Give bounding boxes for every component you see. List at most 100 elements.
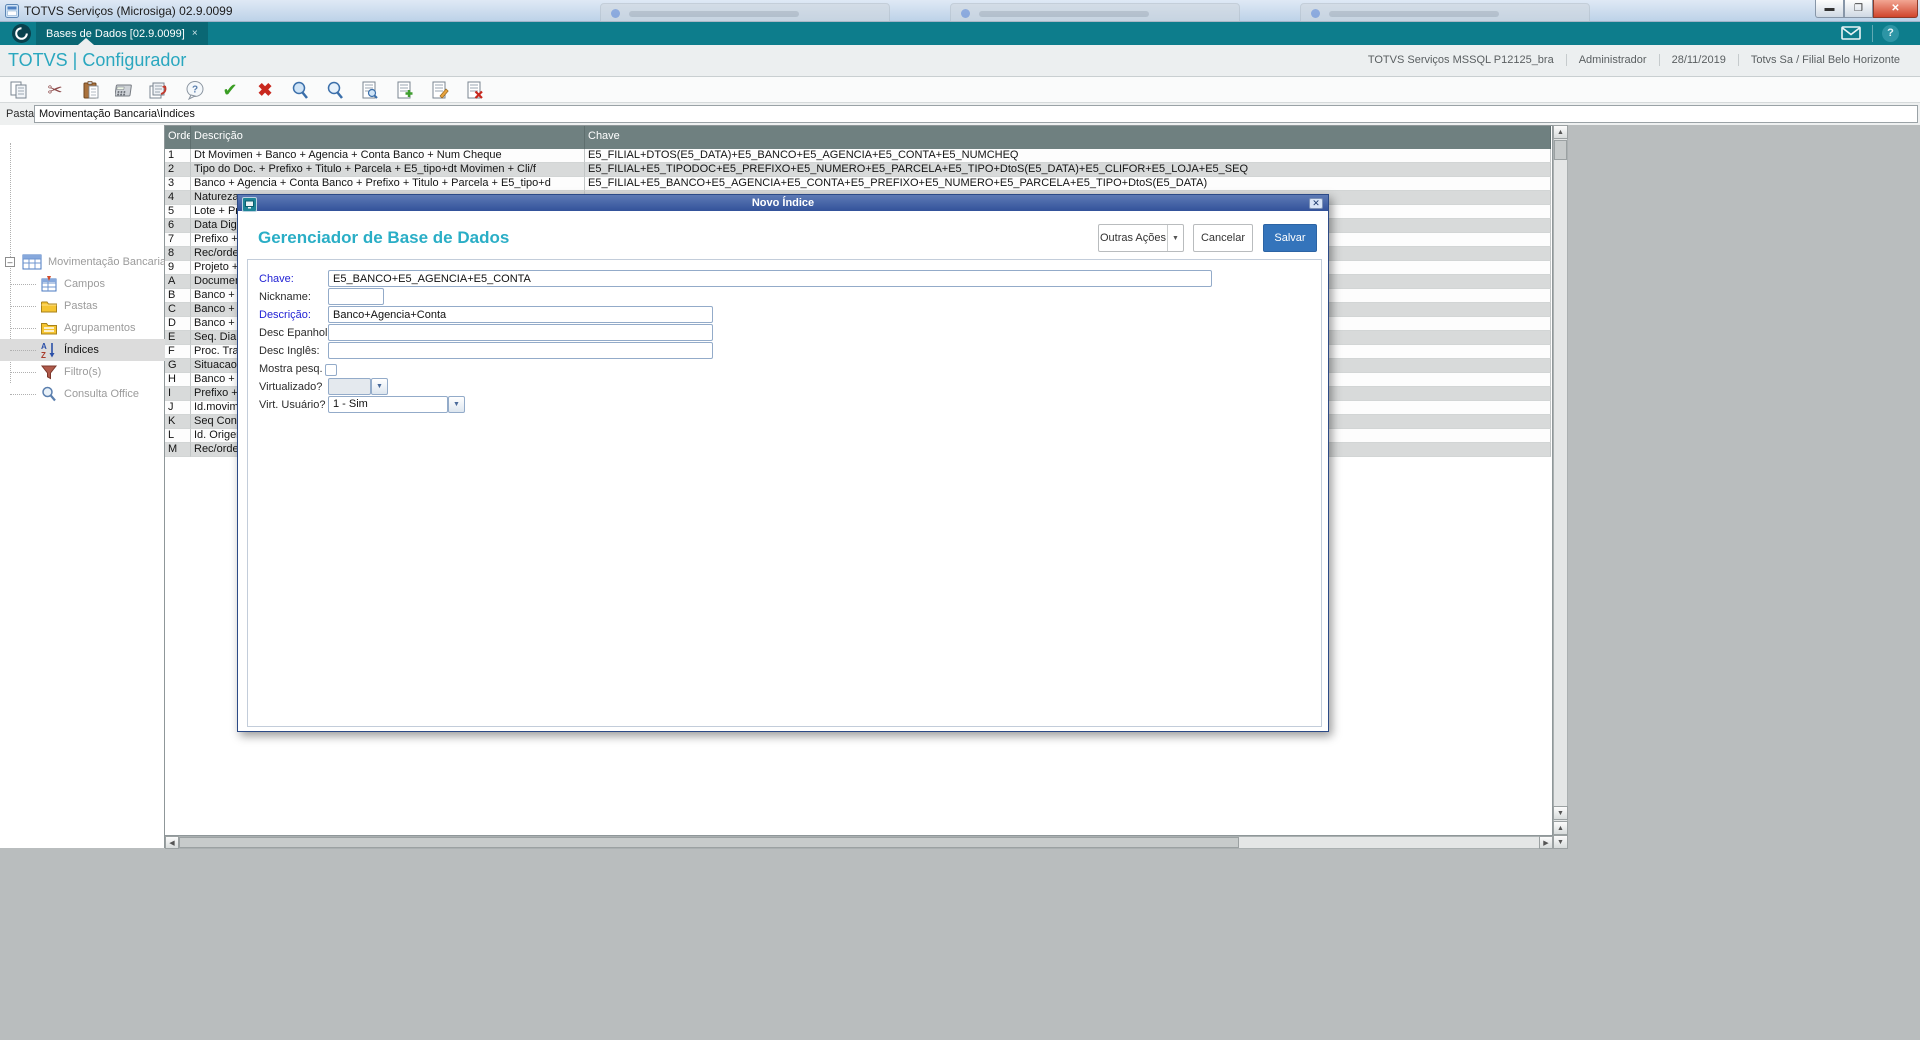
mostra-pesq-checkbox[interactable] <box>325 364 337 376</box>
search-icon[interactable] <box>285 78 315 102</box>
chevron-down-icon[interactable]: ▼ <box>1167 225 1183 251</box>
chave-input[interactable] <box>328 270 1212 287</box>
app-window-icon <box>5 4 19 18</box>
background-browser-tab <box>950 3 1240 22</box>
descricao-label: Descrição: <box>259 309 311 321</box>
sidebar-item-indices[interactable]: A Z Índices <box>0 339 165 361</box>
nickname-label: Nickname: <box>259 291 311 303</box>
help-balloon-icon[interactable]: ? <box>180 78 210 102</box>
scroll-down-icon[interactable]: ▼ <box>1553 806 1568 820</box>
sidebar-item-label: Pastas <box>64 300 98 312</box>
sidebar-item-consulta-office[interactable]: Consulta Office <box>0 383 165 405</box>
scroll-left-icon[interactable]: ◀ <box>165 836 179 849</box>
scroll-page-down-icon[interactable]: ▼ <box>1553 835 1568 849</box>
restore-button[interactable]: ❐ <box>1844 0 1873 18</box>
svg-text:?: ? <box>192 85 198 96</box>
help-icon[interactable]: ? <box>1882 25 1899 42</box>
confirm-icon[interactable]: ✔ <box>215 78 245 102</box>
view-document-icon[interactable] <box>355 78 385 102</box>
vertical-scroll-thumb[interactable] <box>1554 140 1567 160</box>
paste-icon[interactable] <box>76 78 106 102</box>
page-title: TOTVS | Configurador <box>8 50 187 70</box>
tree-item-movimentacao-bancaria[interactable]: – Movimentação Bancaria <box>0 251 167 273</box>
dialog-app-icon <box>242 197 257 212</box>
pasta-path-input[interactable] <box>34 105 1918 123</box>
pasta-label: Pasta <box>6 108 35 120</box>
calculator-icon[interactable] <box>110 78 140 102</box>
background-browser-tab <box>1300 3 1590 22</box>
cancel-button[interactable]: Cancelar <box>1193 224 1253 252</box>
zoom-icon[interactable] <box>320 78 350 102</box>
session-info: TOTVS Serviços MSSQL P12125_bra Administ… <box>1356 54 1912 66</box>
chevron-down-icon[interactable]: ▼ <box>371 378 388 395</box>
sidebar-item-campos[interactable]: Campos <box>0 273 165 295</box>
search-icon <box>42 386 56 402</box>
close-button[interactable]: ✕ <box>1873 0 1918 18</box>
app-header: TOTVS | Configurador TOTVS Serviços MSSQ… <box>0 38 1920 77</box>
sidebar-item-label: Campos <box>64 278 105 290</box>
tab-bases-de-dados[interactable]: Bases de Dados [02.9.0099] × <box>36 22 208 45</box>
column-header-descricao[interactable]: Descrição <box>191 126 585 149</box>
virtualizado-label: Virtualizado? <box>259 381 323 393</box>
horizontal-scroll-thumb[interactable] <box>179 837 1239 848</box>
vertical-scrollbar[interactable] <box>1553 125 1568 848</box>
descricao-input[interactable] <box>328 306 713 323</box>
outras-acoes-button[interactable]: Outras Ações ▼ <box>1098 224 1184 252</box>
mostra-pesq-label: Mostra pesq. <box>259 363 323 375</box>
table-row[interactable]: 3 Banco + Agencia + Conta Banco + Prefix… <box>165 177 1551 191</box>
scroll-up-icon[interactable]: ▲ <box>1553 125 1568 139</box>
virt-usuario-select[interactable]: 1 - Sim <box>328 396 448 413</box>
virt-usuario-label: Virt. Usuário? <box>259 399 326 411</box>
column-header-chave[interactable]: Chave <box>585 126 1551 149</box>
chave-label: Chave: <box>259 273 294 285</box>
column-header-ordem[interactable]: Ordem <box>165 126 191 149</box>
virtualizado-select[interactable] <box>328 378 371 395</box>
dialog-close-icon[interactable]: ✕ <box>1309 198 1323 209</box>
table-row[interactable]: 2 Tipo do Doc. + Prefixo + Titulo + Parc… <box>165 163 1551 177</box>
active-tab-pointer <box>78 38 94 45</box>
scroll-right-icon[interactable]: ▶ <box>1539 836 1553 849</box>
scroll-page-up-icon[interactable]: ▲ <box>1553 821 1568 835</box>
sidebar-item-label: Índices <box>64 344 99 356</box>
delete-document-icon[interactable] <box>460 78 490 102</box>
print-icon[interactable] <box>144 78 174 102</box>
chevron-down-icon[interactable]: ▼ <box>448 396 465 413</box>
add-document-icon[interactable] <box>390 78 420 102</box>
nickname-input[interactable] <box>328 288 384 305</box>
edit-document-icon[interactable] <box>425 78 455 102</box>
desc-ingles-input[interactable] <box>328 342 713 359</box>
tree-item-label: Movimentação Bancaria <box>48 256 167 268</box>
cut-icon[interactable]: ✂ <box>40 78 70 102</box>
svg-text:A: A <box>41 342 47 351</box>
sidebar-item-label: Filtro(s) <box>64 366 102 378</box>
copy-icon[interactable] <box>4 78 34 102</box>
dialog-titlebar[interactable]: Novo Índice <box>238 195 1328 211</box>
date-label: 28/11/2019 <box>1658 54 1738 66</box>
company-label: Totvs Sa / Filial Belo Horizonte <box>1737 54 1912 66</box>
mail-icon[interactable] <box>1840 25 1864 42</box>
dialog-title: Novo Índice <box>751 197 815 209</box>
tab-close-icon[interactable]: × <box>192 28 198 39</box>
table-icon <box>22 254 42 270</box>
filter-icon <box>40 365 58 380</box>
table-row[interactable]: 1 Dt Movimen + Banco + Agencia + Conta B… <box>165 149 1551 163</box>
sidebar-item-pastas[interactable]: Pastas <box>0 295 165 317</box>
dialog-heading: Gerenciador de Base de Dados <box>258 228 510 247</box>
collapse-icon[interactable]: – <box>5 257 15 267</box>
sidebar-item-label: Agrupamentos <box>64 322 136 334</box>
svg-text:Z: Z <box>41 351 46 359</box>
window-title: TOTVS Serviços (Microsiga) 02.9.0099 <box>24 4 233 18</box>
app-tab-bar: Bases de Dados [02.9.0099] × ? <box>0 22 1920 45</box>
table-header: Ordem Descrição Chave <box>165 126 1551 149</box>
window-controls: ▬ ❐ ✕ <box>1815 0 1918 18</box>
divider <box>1872 25 1873 42</box>
tab-label: Bases de Dados [02.9.0099] <box>46 27 185 40</box>
sidebar-item-filtros[interactable]: Filtro(s) <box>0 361 165 383</box>
save-button[interactable]: Salvar <box>1263 224 1317 252</box>
minimize-button[interactable]: ▬ <box>1815 0 1844 18</box>
sidebar-item-label: Consulta Office <box>64 388 140 400</box>
dialog-form: Chave: Nickname: Descrição: Desc Epanhol… <box>247 259 1322 727</box>
sidebar-item-agrupamentos[interactable]: Agrupamentos <box>0 317 165 339</box>
cancel-icon[interactable]: ✖ <box>250 78 280 102</box>
desc-epanhol-input[interactable] <box>328 324 713 341</box>
